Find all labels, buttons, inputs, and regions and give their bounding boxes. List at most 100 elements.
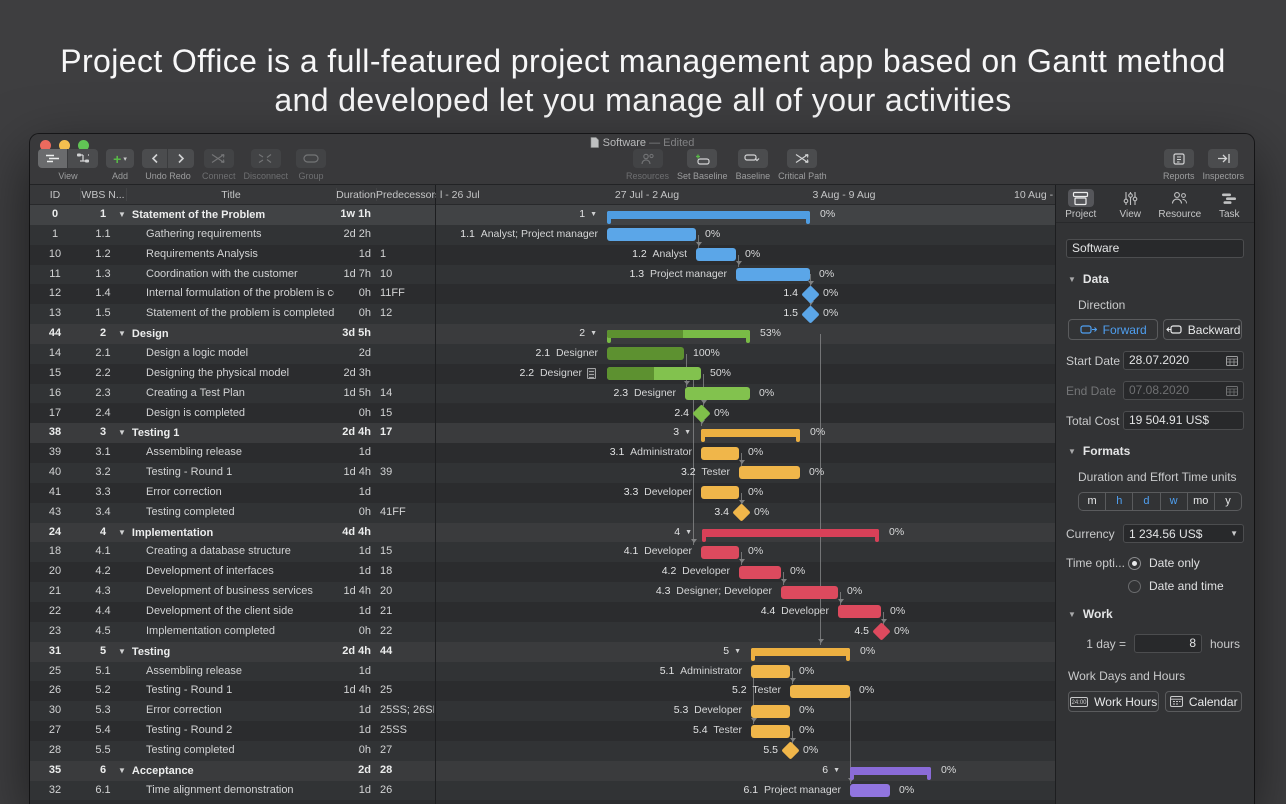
- table-row[interactable]: 38 3 ▼ Testing 1 2d 4h 17: [30, 423, 435, 444]
- tab-project[interactable]: Project: [1056, 185, 1106, 222]
- table-row[interactable]: 14 2.1 Design a logic model 2d: [30, 343, 435, 364]
- gantt-task-bar[interactable]: [790, 684, 850, 698]
- total-cost-field[interactable]: 19 504.91 US$: [1123, 411, 1244, 430]
- gantt-task-bar[interactable]: [739, 466, 800, 480]
- table-row[interactable]: 0 1 ▼ Statement of the Problem 1w 1h: [30, 205, 435, 225]
- table-row[interactable]: 21 4.3 Development of business services 1d …: [30, 582, 435, 602]
- view-gantt-button[interactable]: [38, 149, 68, 168]
- calendar-button[interactable]: Calendar: [1165, 691, 1242, 712]
- gantt-summary-bar[interactable]: [607, 330, 750, 344]
- gantt-task-bar[interactable]: [838, 605, 881, 619]
- unit-m[interactable]: m: [1079, 493, 1107, 510]
- gantt-task-bar[interactable]: [736, 267, 810, 281]
- currency-select[interactable]: 1 234.56 US$ ▼: [1123, 524, 1244, 543]
- table-row[interactable]: 10 1.2 Requirements Analysis 1d 1: [30, 244, 435, 265]
- gantt-timeline-header[interactable]: l - 26 Jul 27 Jul - 2 Aug 3 Aug - 9 Aug 10 …: [436, 185, 1055, 205]
- table-row[interactable]: 24 4 ▼ Implementation 4d 4h: [30, 522, 435, 543]
- section-formats[interactable]: ▼ Formats: [1068, 444, 1244, 458]
- disconnect-button[interactable]: [250, 149, 281, 168]
- connect-button[interactable]: [203, 149, 234, 168]
- collapse-caret-icon[interactable]: ▼: [118, 528, 126, 537]
- table-row[interactable]: 25 5.1 Assembling release 1d: [30, 661, 435, 682]
- gantt-summary-bar[interactable]: [850, 766, 931, 780]
- gantt-task-bar[interactable]: [751, 664, 790, 678]
- unit-mo[interactable]: mo: [1188, 493, 1215, 510]
- table-row[interactable]: 1 1.1 Gathering requirements 2d 2h: [30, 224, 435, 245]
- gantt-task-bar[interactable]: [781, 585, 838, 599]
- gantt-summary-bar[interactable]: [607, 210, 810, 224]
- start-date-field[interactable]: 28.07.2020: [1123, 351, 1244, 370]
- table-row[interactable]: 12 1.4 Internal formulation of the problem…: [30, 284, 435, 305]
- col-duration[interactable]: Duration: [336, 185, 376, 205]
- tab-resource[interactable]: Resource: [1155, 185, 1205, 222]
- tab-view[interactable]: View: [1106, 185, 1156, 222]
- section-data[interactable]: ▼ Data: [1068, 272, 1244, 286]
- table-row[interactable]: 26 5.2 Testing - Round 1 1d 4h 25: [30, 681, 435, 702]
- redo-button[interactable]: [168, 149, 194, 168]
- note-icon[interactable]: [587, 367, 596, 379]
- undo-button[interactable]: [142, 149, 168, 168]
- gantt-task-bar[interactable]: [701, 446, 739, 460]
- radio-date-and-time[interactable]: Date and time: [1128, 579, 1224, 593]
- table-row[interactable]: 39 3.1 Assembling release 1d: [30, 443, 435, 464]
- table-row[interactable]: 18 4.1 Creating a database structure 1d 15: [30, 542, 435, 563]
- unit-y[interactable]: y: [1215, 493, 1241, 510]
- table-row[interactable]: 22 4.4 Development of the client side 1d 21: [30, 602, 435, 622]
- collapse-caret-icon[interactable]: ▼: [590, 330, 597, 337]
- gantt-summary-bar[interactable]: [702, 528, 879, 542]
- inspectors-button[interactable]: [1208, 149, 1239, 168]
- table-row[interactable]: 44 2 ▼ Design 3d 5h: [30, 324, 435, 344]
- gantt-task-bar[interactable]: [607, 367, 701, 381]
- table-row[interactable]: 16 2.3 Creating a Test Plan 1d 5h 14: [30, 383, 435, 404]
- hours-per-day-field[interactable]: 8: [1134, 634, 1202, 653]
- critical-path-button[interactable]: [787, 149, 818, 168]
- collapse-caret-icon[interactable]: ▼: [118, 329, 126, 338]
- view-network-button[interactable]: [68, 149, 98, 168]
- collapse-caret-icon[interactable]: ▼: [685, 529, 692, 536]
- gantt-task-bar[interactable]: [739, 565, 781, 579]
- group-button[interactable]: [296, 149, 327, 168]
- table-row[interactable]: 17 2.4 Design is completed 0h 15: [30, 403, 435, 424]
- table-row[interactable]: 43 3.4 Testing completed 0h 41FF: [30, 502, 435, 523]
- gantt-task-bar[interactable]: [701, 486, 739, 500]
- gantt-task-bar[interactable]: [701, 545, 739, 559]
- table-row[interactable]: 15 2.2 Designing the physical model 2d 3h: [30, 363, 435, 384]
- gantt-task-bar[interactable]: [685, 387, 750, 401]
- col-predecessors[interactable]: Predecessors: [376, 185, 440, 205]
- set-baseline-button[interactable]: [687, 149, 718, 168]
- gantt-task-bar[interactable]: [607, 347, 684, 361]
- gantt-task-bar[interactable]: [751, 724, 790, 738]
- table-row[interactable]: 28 5.5 Testing completed 0h 27: [30, 740, 435, 761]
- unit-d[interactable]: d: [1133, 493, 1161, 510]
- unit-h[interactable]: h: [1106, 493, 1134, 510]
- collapse-caret-icon[interactable]: ▼: [118, 210, 126, 219]
- collapse-caret-icon[interactable]: ▼: [118, 428, 126, 437]
- backward-button[interactable]: Backward: [1163, 319, 1242, 340]
- col-title[interactable]: Title: [126, 185, 336, 205]
- work-hours-button[interactable]: 24:00 Work Hours: [1068, 691, 1160, 712]
- tab-task[interactable]: Task: [1205, 185, 1255, 222]
- table-row[interactable]: 11 1.3 Coordination with the customer 1d 7h…: [30, 264, 435, 285]
- radio-date-only[interactable]: Date only: [1128, 556, 1224, 570]
- table-row[interactable]: 32 6.1 Time alignment demonstration 1d 26: [30, 780, 435, 801]
- table-row[interactable]: 41 3.3 Error correction 1d: [30, 482, 435, 503]
- collapse-caret-icon[interactable]: ▼: [118, 647, 126, 656]
- table-row[interactable]: 20 4.2 Development of interfaces 1d 18: [30, 562, 435, 583]
- gantt-task-bar[interactable]: [607, 228, 696, 242]
- reports-button[interactable]: [1163, 149, 1194, 168]
- baseline-button[interactable]: [737, 149, 768, 168]
- add-button[interactable]: + ▾: [106, 149, 134, 168]
- table-row[interactable]: 30 5.3 Error correction 1d 25SS; 26SF: [30, 701, 435, 722]
- collapse-caret-icon[interactable]: ▼: [118, 766, 126, 775]
- unit-w[interactable]: w: [1161, 493, 1188, 510]
- resources-button[interactable]: [632, 149, 663, 168]
- gantt-task-bar[interactable]: [696, 248, 736, 262]
- collapse-caret-icon[interactable]: ▼: [833, 767, 840, 774]
- table-row[interactable]: 27 5.4 Testing - Round 2 1d 25SS: [30, 721, 435, 741]
- col-wbs[interactable]: WBS N...: [80, 185, 126, 205]
- section-work[interactable]: ▼ Work: [1068, 607, 1244, 621]
- col-id[interactable]: ID: [30, 185, 80, 205]
- collapse-caret-icon[interactable]: ▼: [590, 211, 597, 218]
- table-row[interactable]: 23 4.5 Implementation completed 0h 22: [30, 621, 435, 642]
- gantt-summary-bar[interactable]: [751, 647, 850, 661]
